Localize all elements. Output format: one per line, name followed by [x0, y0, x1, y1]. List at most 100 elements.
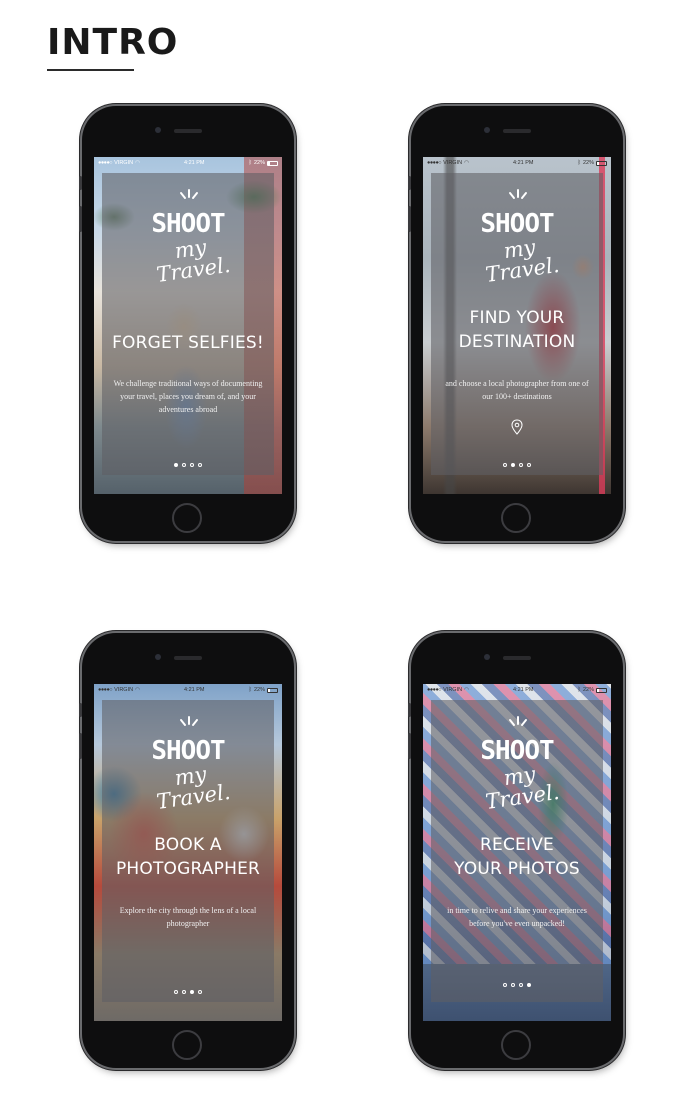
phone-mockup-3: ●●●●○ VIRGIN ◠ 4:21 PM ᛒ 22% SHOOT my Trave…	[79, 633, 294, 1068]
status-time: 4:21 PM	[184, 160, 205, 166]
page-dot[interactable]	[198, 463, 202, 467]
headline-line-1: FORGET SELFIES!	[112, 333, 264, 353]
mute-switch	[79, 703, 82, 717]
wifi-icon: ◠	[135, 160, 140, 166]
battery-percent: 22%	[582, 687, 594, 693]
home-button	[172, 1030, 202, 1060]
signal-icon: ●●●●○	[98, 687, 113, 693]
bluetooth-icon: ᛒ	[248, 160, 252, 166]
front-camera	[155, 127, 161, 133]
headline-line-2: PHOTOGRAPHER	[115, 859, 261, 879]
body-text: We challenge traditional ways of documen…	[113, 379, 263, 414]
page-dot[interactable]	[503, 983, 507, 987]
page-dot[interactable]	[519, 983, 523, 987]
earpiece-speaker	[503, 129, 531, 133]
earpiece-speaker	[174, 656, 202, 660]
phone-mockup-4: ●●●●○ VIRGIN ◠ 4:21 PM ᛒ 22% SHOOT my Trave…	[408, 633, 623, 1068]
page-dot[interactable]	[190, 990, 194, 994]
wifi-icon: ◠	[135, 687, 140, 693]
headline-line-1: BOOK A	[154, 835, 222, 855]
page-dot[interactable]	[174, 463, 178, 467]
shoot-my-travel-logo: SHOOT my Travel.	[140, 189, 236, 287]
logo-shoot: SHOOT	[151, 736, 225, 766]
body-text: Explore the city through the lens of a l…	[119, 906, 257, 928]
body-text: in time to relive and share your experie…	[447, 906, 587, 928]
logo-tagline: my Travel.	[483, 762, 561, 814]
phone-mockup-2: ●●●●○ VIRGIN ◠ 4:21 PM ᛒ 22% SHOOT my Trave…	[408, 106, 623, 541]
carrier-label: VIRGIN	[114, 160, 134, 166]
battery-percent: 22%	[253, 687, 265, 693]
status-time: 4:21 PM	[184, 687, 205, 693]
page-dot[interactable]	[174, 990, 178, 994]
page-dot[interactable]	[190, 463, 194, 467]
page-dot[interactable]	[511, 983, 515, 987]
status-bar: ●●●●○ VIRGIN ◠ 4:21 PM ᛒ 22%	[94, 157, 282, 169]
battery-icon	[266, 160, 278, 166]
wifi-icon: ◠	[464, 687, 469, 693]
signal-icon: ●●●●○	[427, 160, 442, 166]
home-button	[501, 1030, 531, 1060]
page-indicator	[431, 983, 603, 987]
page-dot[interactable]	[519, 463, 523, 467]
logo-tagline: my Travel.	[483, 235, 561, 287]
camera-flash-icon	[180, 189, 198, 199]
carrier-label: VIRGIN	[443, 687, 463, 693]
body-text: and choose a local photographer from one…	[445, 379, 589, 401]
battery-icon	[266, 687, 278, 693]
page-dot[interactable]	[182, 463, 186, 467]
page-dot[interactable]	[511, 463, 515, 467]
page-indicator	[102, 990, 274, 994]
logo-shoot: SHOOT	[480, 209, 554, 239]
status-time: 4:21 PM	[513, 160, 534, 166]
intro-screen-2[interactable]: ●●●●○ VIRGIN ◠ 4:21 PM ᛒ 22% SHOOT my Trave…	[423, 157, 611, 494]
mute-switch	[408, 176, 411, 190]
camera-flash-icon	[509, 716, 527, 726]
bluetooth-icon: ᛒ	[577, 160, 581, 166]
intro-screen-1[interactable]: ●●●●○ VIRGIN ◠ 4:21 PM ᛒ 22% SHOOT my Trave…	[94, 157, 282, 494]
logo-tagline: my Travel.	[154, 235, 232, 287]
page-dot[interactable]	[503, 463, 507, 467]
logo-shoot: SHOOT	[151, 209, 225, 239]
page-dot[interactable]	[198, 990, 202, 994]
carrier-label: VIRGIN	[114, 687, 134, 693]
status-time: 4:21 PM	[513, 687, 534, 693]
intro-card: SHOOT my Travel. BOOK A PHOTOGRAPHER Exp…	[102, 700, 274, 1002]
page-dot[interactable]	[527, 463, 531, 467]
front-camera	[484, 654, 490, 660]
shoot-my-travel-logo: SHOOT my Travel.	[140, 716, 236, 814]
logo-shoot: SHOOT	[480, 736, 554, 766]
volume-up-button	[79, 206, 82, 232]
intro-screen-3[interactable]: ●●●●○ VIRGIN ◠ 4:21 PM ᛒ 22% SHOOT my Trave…	[94, 684, 282, 1021]
battery-percent: 22%	[582, 160, 594, 166]
shoot-my-travel-logo: SHOOT my Travel.	[469, 189, 565, 287]
page-title: INTRO	[47, 22, 179, 63]
page-indicator	[102, 463, 274, 467]
status-bar: ●●●●○ VIRGIN ◠ 4:21 PM ᛒ 22%	[94, 684, 282, 696]
page-indicator	[431, 463, 603, 467]
page-dot[interactable]	[182, 990, 186, 994]
battery-percent: 22%	[253, 160, 265, 166]
front-camera	[484, 127, 490, 133]
signal-icon: ●●●●○	[98, 160, 113, 166]
home-button	[172, 503, 202, 533]
volume-up-button	[408, 733, 411, 759]
battery-icon	[595, 160, 607, 166]
logo-tagline: my Travel.	[154, 762, 232, 814]
earpiece-speaker	[174, 129, 202, 133]
carrier-label: VIRGIN	[443, 160, 463, 166]
intro-card: SHOOT my Travel. FORGET SELFIES! We chal…	[102, 173, 274, 475]
shoot-my-travel-logo: SHOOT my Travel.	[469, 716, 565, 814]
page-dot[interactable]	[527, 983, 531, 987]
phone-mockup-1: ●●●●○ VIRGIN ◠ 4:21 PM ᛒ 22% SHOOT my Trave…	[79, 106, 294, 541]
status-bar: ●●●●○ VIRGIN ◠ 4:21 PM ᛒ 22%	[423, 684, 611, 696]
battery-icon	[595, 687, 607, 693]
title-underline	[47, 69, 134, 71]
camera-flash-icon	[509, 189, 527, 199]
headline-line-1: FIND YOUR	[469, 308, 565, 328]
wifi-icon: ◠	[464, 160, 469, 166]
headline-line-1: RECEIVE	[480, 835, 554, 855]
camera-flash-icon	[180, 716, 198, 726]
headline-line-2: YOUR PHOTOS	[454, 859, 580, 879]
front-camera	[155, 654, 161, 660]
intro-screen-4[interactable]: ●●●●○ VIRGIN ◠ 4:21 PM ᛒ 22% SHOOT my Trave…	[423, 684, 611, 1021]
